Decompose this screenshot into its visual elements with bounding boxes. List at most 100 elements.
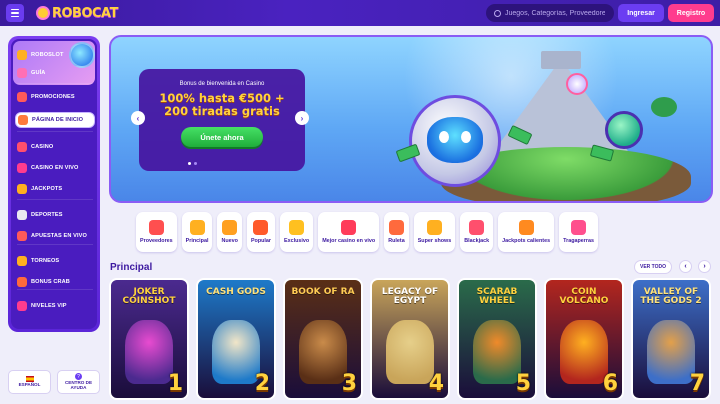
wheel-icon (388, 220, 404, 235)
category-exclusivo[interactable]: Exclusivo (280, 212, 314, 252)
vip-icon (17, 301, 27, 311)
home-icon (18, 115, 28, 125)
category-label: Principal (185, 238, 209, 244)
game-tile[interactable]: COIN VOLCANO 6 (544, 278, 624, 400)
banner-next-button[interactable]: › (295, 111, 309, 125)
sidebar-item-casino[interactable]: CASINO (15, 139, 95, 155)
search-input[interactable] (505, 9, 605, 17)
game-rank-number: 3 (341, 371, 357, 396)
trophy-icon (17, 256, 27, 266)
dice-icon (17, 142, 27, 152)
palm-tree-icon (651, 97, 677, 117)
view-all-button[interactable]: VER TODO (634, 260, 672, 274)
games-next-button[interactable]: › (698, 260, 711, 273)
promo-subtitle: Bonus de bienvenida en Casino (179, 81, 265, 87)
medal-icon (189, 220, 205, 235)
game-tile[interactable]: CASH GODS 2 (196, 278, 276, 400)
carousel-dot[interactable] (188, 162, 191, 165)
game-rank-number: 7 (689, 371, 705, 396)
logo[interactable]: ROBOCAT (36, 3, 118, 23)
sidebar-divider (17, 244, 93, 245)
search-bar[interactable] (486, 4, 614, 22)
banner-prev-button[interactable]: ‹ (131, 111, 145, 125)
flying-robot-icon (566, 73, 588, 95)
category-tragaperras[interactable]: Tragaperras (559, 212, 598, 252)
language-label: ESPAÑOL (18, 382, 41, 388)
game-tile[interactable]: JOKER COINSHOT 1 (109, 278, 189, 400)
sidebar-divider (17, 199, 93, 200)
category-super-shows[interactable]: Super shows (413, 212, 456, 252)
sidebar-item-guía[interactable]: GUÍA (15, 65, 95, 81)
sidebar-item-bonus-crab[interactable]: BONUS CRAB (15, 274, 95, 290)
jackpot-icon (17, 184, 27, 194)
book-icon (17, 68, 27, 78)
game-tile[interactable]: VALLEY OF THE GODS 2 7 (631, 278, 711, 400)
category-jackpots-calientes[interactable]: Jackpots calientes (498, 212, 555, 252)
sidebar-item-apuestas-en-vivo[interactable]: APUESTAS EN VIVO (15, 228, 95, 244)
help-center-button[interactable]: ? CENTRO DE AYUDA (57, 370, 100, 394)
login-button[interactable]: Ingresar (618, 4, 664, 22)
sidebar-item-label: CASINO EN VIVO (31, 165, 79, 171)
sidebar-item-label: TORNEOS (31, 258, 60, 264)
slot-icon (571, 220, 587, 235)
category-nuevo[interactable]: Nuevo (217, 212, 242, 252)
sidebar: ROBOSLOT GUÍA PROMOCIONES PÁGINA DE INICIO C… (8, 36, 100, 332)
games-prev-button[interactable]: ‹ (679, 260, 692, 273)
cat-logo-icon (36, 6, 50, 20)
game-title: LEGACY OF EGYPT (381, 287, 439, 307)
game-rank-number: 6 (602, 371, 618, 396)
game-artwork (647, 320, 695, 384)
promo-card: Bonus de bienvenida en Casino 100% hasta… (139, 69, 305, 171)
game-tile[interactable]: SCARAB WHEEL 5 (457, 278, 537, 400)
category-label: Blackjack (464, 238, 490, 244)
category-blackjack[interactable]: Blackjack (460, 212, 494, 252)
crab-icon (17, 277, 27, 287)
category-proveedores[interactable]: Proveedores (136, 212, 177, 252)
game-rank-number: 1 (167, 371, 183, 396)
carousel-dots (188, 162, 197, 165)
providers-icon (148, 220, 164, 235)
mascot-eye (461, 131, 471, 143)
category-label: Tragaperras (563, 238, 594, 244)
register-button[interactable]: Registro (668, 4, 714, 22)
gift-icon (17, 92, 27, 102)
blackjack-icon (469, 220, 485, 235)
sidebar-footer: ESPAÑOL ? CENTRO DE AYUDA (8, 370, 100, 396)
category-popular[interactable]: Popular (246, 212, 276, 252)
robot-coin-icon (17, 50, 27, 60)
game-tile[interactable]: BOOK OF RA 3 (283, 278, 363, 400)
sidebar-item-deportes[interactable]: DEPORTES (15, 207, 95, 223)
menu-button[interactable] (6, 4, 24, 22)
category-label: Ruleta (388, 238, 405, 244)
help-icon: ? (75, 373, 82, 381)
sidebar-item-página-de-inicio[interactable]: PÁGINA DE INICIO (15, 112, 95, 128)
category-ruleta[interactable]: Ruleta (384, 212, 409, 252)
live-ball-icon (17, 231, 27, 241)
game-artwork (212, 320, 260, 384)
category-mejor-casino-en-vivo[interactable]: Mejor casino en vivo (318, 212, 380, 252)
language-selector[interactable]: ESPAÑOL (8, 370, 51, 394)
category-principal[interactable]: Principal (181, 212, 213, 252)
logo-text: ROBOCAT (52, 5, 118, 21)
sidebar-item-jackpots[interactable]: JACKPOTS (15, 181, 95, 197)
promo-title: 100% hasta €500 + 200 tiradas gratis (159, 91, 284, 118)
sidebar-item-roboslot[interactable]: ROBOSLOT (15, 47, 95, 63)
sidebar-item-niveles-vip[interactable]: NIVELES VIP (15, 298, 95, 314)
game-title: COIN VOLCANO (559, 287, 609, 307)
sidebar-item-label: GUÍA (31, 70, 46, 76)
sidebar-item-promociones[interactable]: PROMOCIONES (15, 89, 95, 105)
sidebar-divider (17, 289, 93, 290)
game-title: SCARAB WHEEL (476, 287, 518, 307)
sidebar-item-label: PÁGINA DE INICIO (32, 117, 84, 123)
search-icon (494, 9, 501, 17)
category-bar: Proveedores Principal Nuevo Popular Exclusiv… (136, 212, 598, 252)
chest-icon (289, 220, 305, 235)
carousel-dot[interactable] (194, 162, 197, 165)
promo-banner[interactable]: Bonus de bienvenida en Casino 100% hasta… (109, 35, 713, 203)
join-now-button[interactable]: Únete ahora (181, 127, 263, 148)
category-label: Mejor casino en vivo (322, 238, 376, 244)
game-tile[interactable]: LEGACY OF EGYPT 4 (370, 278, 450, 400)
category-label: Popular (250, 238, 272, 244)
sidebar-item-casino-en-vivo[interactable]: CASINO EN VIVO (15, 160, 95, 176)
sidebar-item-torneos[interactable]: TORNEOS (15, 253, 95, 269)
